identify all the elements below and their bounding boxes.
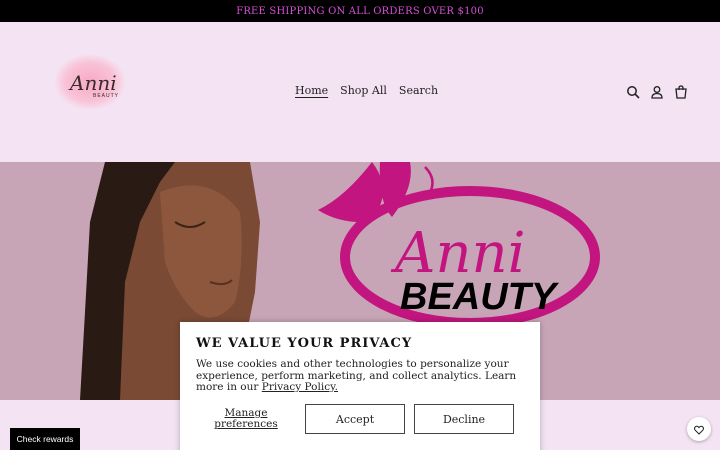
site-header: Anni BEAUTY Home Shop All Search [0, 22, 720, 162]
cart-icon[interactable] [674, 84, 688, 99]
nav-search[interactable]: Search [399, 84, 438, 97]
cookie-body-text: We use cookies and other technologies to… [196, 358, 517, 393]
manage-preferences-button[interactable]: Manage preferences [196, 408, 296, 429]
cookie-banner: WE VALUE YOUR PRIVACY We use cookies and… [180, 322, 540, 450]
chat-button[interactable] [687, 417, 711, 441]
cookie-body: We use cookies and other technologies to… [196, 358, 524, 394]
announcement-text: FREE SHIPPING ON ALL ORDERS OVER $100 [236, 5, 484, 17]
main-nav: Home Shop All Search [295, 84, 438, 97]
hero-logo-word: BEAUTY [400, 276, 560, 318]
header-icons [626, 84, 688, 99]
nav-shop-all[interactable]: Shop All [340, 84, 387, 97]
search-icon[interactable] [626, 84, 640, 99]
accept-button[interactable]: Accept [305, 404, 405, 434]
account-icon[interactable] [650, 84, 664, 99]
logo-tag: BEAUTY [93, 93, 119, 99]
store-logo[interactable]: Anni BEAUTY [46, 52, 128, 116]
privacy-policy-link[interactable]: Privacy Policy. [262, 381, 338, 393]
chat-heart-icon [694, 420, 704, 439]
nav-home[interactable]: Home [295, 84, 328, 97]
announcement-bar: FREE SHIPPING ON ALL ORDERS OVER $100 [0, 0, 720, 22]
logo-script: Anni [68, 71, 117, 95]
cookie-actions: Manage preferences Accept Decline [196, 404, 524, 434]
decline-button[interactable]: Decline [414, 404, 514, 434]
check-rewards-button[interactable]: Check rewards [10, 428, 80, 450]
cookie-title: WE VALUE YOUR PRIVACY [196, 336, 413, 351]
